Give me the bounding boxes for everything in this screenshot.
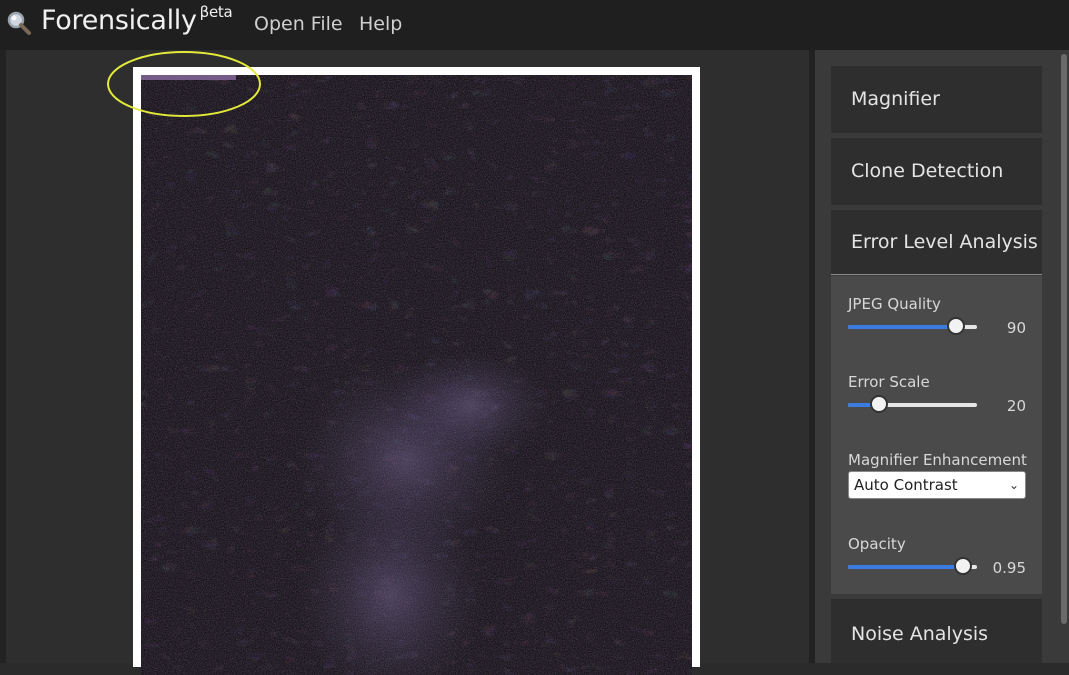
- slider-thumb[interactable]: [947, 317, 965, 335]
- chevron-down-icon: ⌄: [1008, 478, 1019, 492]
- app-title: Forensically βeta: [41, 3, 233, 36]
- top-bar: Forensically βeta Open File Help: [0, 0, 1069, 50]
- error-level-analysis-panel-header[interactable]: Error Level Analysis: [831, 210, 1042, 275]
- magnifier-enhancement-label: Magnifier Enhancement: [848, 451, 1027, 469]
- magnifier-panel-header[interactable]: Magnifier: [831, 66, 1042, 133]
- slider-fill: [848, 565, 963, 569]
- image-frame: [133, 67, 700, 675]
- magnifier-enhancement-select[interactable]: Auto Contrast ⌄: [848, 471, 1026, 499]
- viewer-canvas[interactable]: [6, 50, 809, 675]
- beta-badge: βeta: [199, 3, 233, 21]
- clone-detection-panel-header[interactable]: Clone Detection: [831, 138, 1042, 205]
- error-scale-value: 20: [1006, 397, 1026, 415]
- slider-thumb[interactable]: [870, 395, 888, 413]
- open-file-menu[interactable]: Open File: [254, 13, 343, 35]
- slider-fill: [848, 325, 956, 329]
- noise-analysis-panel-header[interactable]: Noise Analysis: [831, 599, 1042, 663]
- ela-result-image[interactable]: [141, 75, 692, 675]
- jpeg-quality-value: 90: [1006, 319, 1026, 337]
- error-scale-slider[interactable]: [848, 395, 978, 415]
- select-value: Auto Contrast: [854, 476, 958, 494]
- error-scale-label: Error Scale: [848, 373, 930, 391]
- jpeg-quality-slider[interactable]: [848, 317, 978, 337]
- scrollbar-thumb[interactable]: [1061, 54, 1067, 624]
- help-menu[interactable]: Help: [359, 13, 402, 35]
- opacity-slider[interactable]: [848, 557, 978, 577]
- app-title-text: Forensically: [41, 5, 197, 36]
- opacity-label: Opacity: [848, 535, 906, 553]
- sidebar-scrollbar[interactable]: [1059, 50, 1069, 663]
- tools-sidebar: Magnifier Clone Detection Error Level An…: [815, 50, 1069, 663]
- slider-thumb[interactable]: [954, 557, 972, 575]
- magnifier-icon: [7, 11, 31, 35]
- ela-settings-panel: JPEG Quality 90 Error Scale 20 Magnifier…: [831, 276, 1042, 594]
- ela-noise-pattern: [141, 75, 692, 675]
- jpeg-quality-label: JPEG Quality: [848, 295, 941, 313]
- opacity-value: 0.95: [992, 559, 1026, 577]
- image-viewer[interactable]: [0, 50, 815, 675]
